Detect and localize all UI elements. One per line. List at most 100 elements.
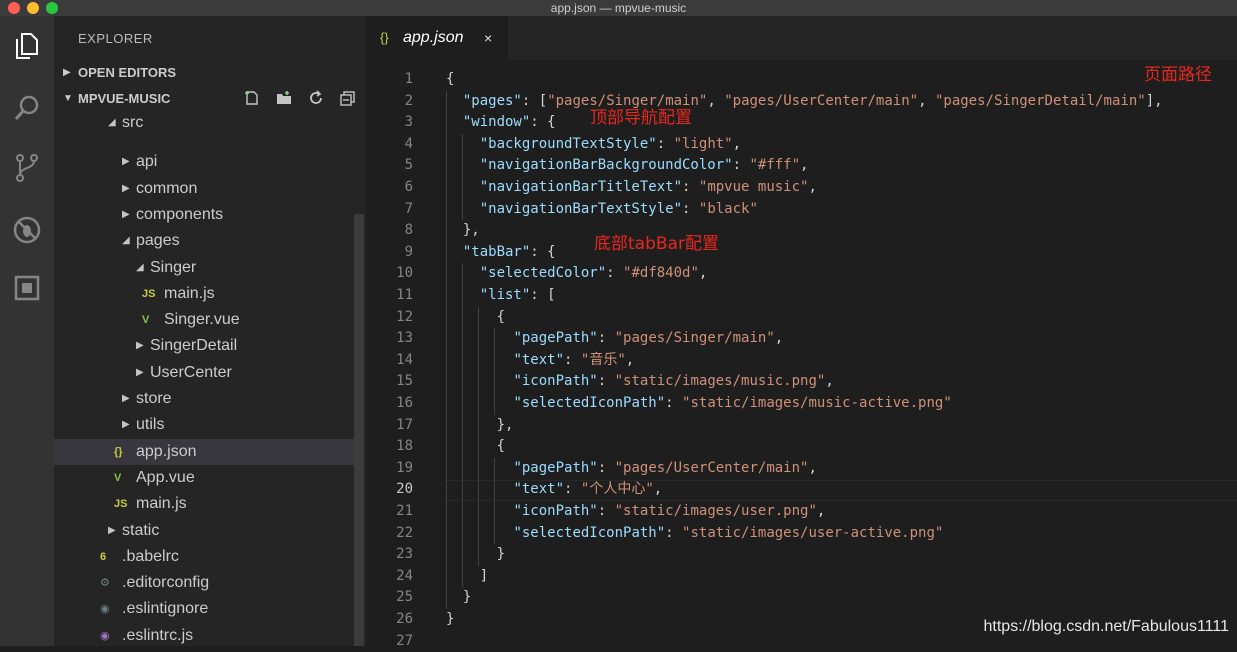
code-line[interactable]: 23 } bbox=[366, 544, 1237, 565]
code-line[interactable]: 10 "selectedColor": "#df840d", bbox=[366, 263, 1237, 284]
code-line[interactable]: 13 "pagePath": "pages/Singer/main", bbox=[366, 328, 1237, 349]
file-main-js[interactable]: JS main.js bbox=[54, 491, 354, 517]
close-window-button[interactable] bbox=[8, 2, 20, 14]
eslint-file-icon: ◉ bbox=[100, 603, 110, 616]
code-line[interactable]: 16 "selectedIconPath": "static/images/mu… bbox=[366, 393, 1237, 414]
line-number: 22 bbox=[396, 524, 413, 541]
code-text: { bbox=[496, 308, 506, 325]
code-text: { bbox=[496, 438, 506, 455]
code-text: "iconPath": "static/images/user.png", bbox=[513, 503, 826, 519]
line-number: 26 bbox=[396, 611, 413, 627]
code-line[interactable]: 11 "list": [ bbox=[366, 285, 1237, 306]
file-eslintignore[interactable]: ◉ .eslintignore bbox=[54, 596, 354, 622]
chevron-right-icon: ▶ bbox=[122, 208, 130, 220]
files-icon[interactable] bbox=[9, 28, 45, 64]
code-line[interactable]: 15 "iconPath": "static/images/music.png"… bbox=[366, 371, 1237, 392]
tree-item-label: .babelrc bbox=[122, 547, 179, 565]
code-line[interactable]: 4 "backgroundTextStyle": "light", bbox=[366, 134, 1237, 155]
file-app-json[interactable]: {} app.json bbox=[54, 438, 354, 465]
search-icon[interactable] bbox=[9, 90, 45, 126]
folder-components[interactable]: ▶ components bbox=[54, 202, 354, 228]
source-control-icon[interactable] bbox=[9, 150, 45, 186]
folder-singerdetail[interactable]: ▶ SingerDetail bbox=[54, 333, 354, 359]
tab-label: app.json bbox=[403, 29, 464, 46]
chevron-right-icon: ▶ bbox=[122, 393, 130, 404]
file-babelrc[interactable]: 6 .babelrc bbox=[54, 544, 354, 570]
file-main-js[interactable]: JS main.js bbox=[54, 281, 354, 307]
folder-pages[interactable]: ◢ pages bbox=[54, 228, 354, 254]
line-number: 3 bbox=[404, 114, 413, 131]
tree-item-label: Singer bbox=[150, 258, 197, 276]
file-eslintrc-js[interactable]: ◉ .eslintrc.js bbox=[54, 623, 354, 646]
code-line[interactable]: 21 "iconPath": "static/images/user.png", bbox=[366, 501, 1237, 522]
tree-item-label: utils bbox=[136, 416, 165, 434]
file-editorconfig[interactable]: ⚙ .editorconfig bbox=[54, 570, 354, 596]
tree-item-label: common bbox=[136, 179, 198, 197]
vue-file-icon: V bbox=[114, 471, 122, 484]
minimize-window-button[interactable] bbox=[27, 2, 39, 14]
editor-tabs: {} app.json × bbox=[366, 16, 1237, 60]
folder-api[interactable]: ▶ api bbox=[54, 149, 354, 175]
project-section[interactable]: ▼ MPVUE-MUSIC bbox=[54, 87, 366, 111]
eslint-js-file-icon: ◉ bbox=[100, 629, 110, 642]
code-line[interactable]: 3 "window": { bbox=[366, 112, 1237, 133]
debug-icon[interactable] bbox=[9, 212, 45, 248]
traffic-lights[interactable] bbox=[8, 2, 58, 14]
vue-file-icon: V bbox=[142, 314, 150, 327]
code-editor[interactable]: 1{2 "pages": ["pages/Singer/main", "page… bbox=[366, 60, 1237, 649]
code-line[interactable]: 9 "tabBar": { bbox=[366, 242, 1237, 263]
folder-src[interactable]: ◢ src bbox=[54, 110, 354, 131]
code-line[interactable]: 18 { bbox=[366, 436, 1237, 457]
chevron-right-icon: ▶ bbox=[108, 524, 116, 536]
code-line[interactable]: 17 }, bbox=[366, 415, 1237, 436]
sidebar-scrollbar[interactable] bbox=[354, 214, 364, 646]
line-number: 18 bbox=[396, 438, 413, 455]
line-number: 2 bbox=[404, 92, 413, 109]
code-line[interactable]: 6 "navigationBarTitleText": "mpvue music… bbox=[366, 177, 1237, 198]
code-text: "selectedIconPath": "static/images/music… bbox=[513, 395, 952, 411]
code-text: "text": "音乐", bbox=[513, 351, 635, 368]
file-singer-vue[interactable]: V Singer.vue bbox=[54, 307, 354, 333]
code-text: "pages": ["pages/Singer/main", "pages/Us… bbox=[462, 92, 1163, 109]
maximize-window-button[interactable] bbox=[46, 2, 58, 14]
code-text: } bbox=[446, 611, 455, 627]
close-icon[interactable]: × bbox=[484, 16, 492, 60]
open-editors-section[interactable]: ▶ OPEN EDITORS bbox=[54, 61, 366, 85]
annotation-tabbar: 底部tabBar配置 bbox=[594, 234, 719, 254]
chevron-right-icon: ▶ bbox=[63, 67, 71, 78]
extensions-icon[interactable] bbox=[9, 270, 45, 306]
line-number: 24 bbox=[396, 567, 413, 584]
chevron-down-icon: ◢ bbox=[122, 235, 130, 247]
code-line[interactable]: 2 "pages": ["pages/Singer/main", "pages/… bbox=[366, 91, 1237, 112]
code-line[interactable]: 8 }, bbox=[366, 220, 1237, 241]
code-line[interactable]: 20 "text": "个人中心", bbox=[366, 479, 1237, 500]
tree-item-label: main.js bbox=[164, 284, 215, 302]
code-line[interactable]: 25 } bbox=[366, 587, 1237, 608]
code-line[interactable]: 24 ] bbox=[366, 566, 1237, 587]
code-line[interactable]: 7 "navigationBarTextStyle": "black" bbox=[366, 199, 1237, 220]
file-app-vue[interactable]: V App.vue bbox=[54, 465, 354, 491]
tree-item-label: App.vue bbox=[136, 468, 195, 486]
tab-app-json[interactable]: {} app.json × bbox=[366, 16, 508, 60]
folder-common[interactable]: ▶ common bbox=[54, 176, 354, 202]
line-number: 12 bbox=[396, 308, 413, 325]
code-line[interactable]: 14 "text": "音乐", bbox=[366, 350, 1237, 371]
folder-singer[interactable]: ◢ Singer bbox=[54, 255, 354, 281]
line-number: 9 bbox=[404, 243, 413, 260]
tree-item-label: app.json bbox=[136, 442, 197, 460]
code-text: "selectedColor": "#df840d", bbox=[479, 265, 708, 282]
code-text: "navigationBarBackgroundColor": "#fff", bbox=[479, 157, 809, 174]
chevron-down-icon: ▼ bbox=[63, 93, 73, 104]
code-line[interactable]: 1{ bbox=[366, 69, 1237, 90]
code-line[interactable]: 19 "pagePath": "pages/UserCenter/main", bbox=[366, 458, 1237, 479]
line-number: 5 bbox=[404, 157, 413, 174]
code-line[interactable]: 22 "selectedIconPath": "static/images/us… bbox=[366, 523, 1237, 544]
line-number: 4 bbox=[404, 135, 413, 152]
folder-static[interactable]: ▶ static bbox=[54, 518, 354, 544]
folder-usercenter[interactable]: ▶ UserCenter bbox=[54, 360, 354, 386]
folder-utils[interactable]: ▶ utils bbox=[54, 412, 354, 438]
code-line[interactable]: 5 "navigationBarBackgroundColor": "#fff"… bbox=[366, 155, 1237, 176]
folder-store[interactable]: ▶ store bbox=[54, 386, 354, 412]
json-file-icon: {} bbox=[114, 445, 123, 458]
code-line[interactable]: 12 { bbox=[366, 307, 1237, 328]
